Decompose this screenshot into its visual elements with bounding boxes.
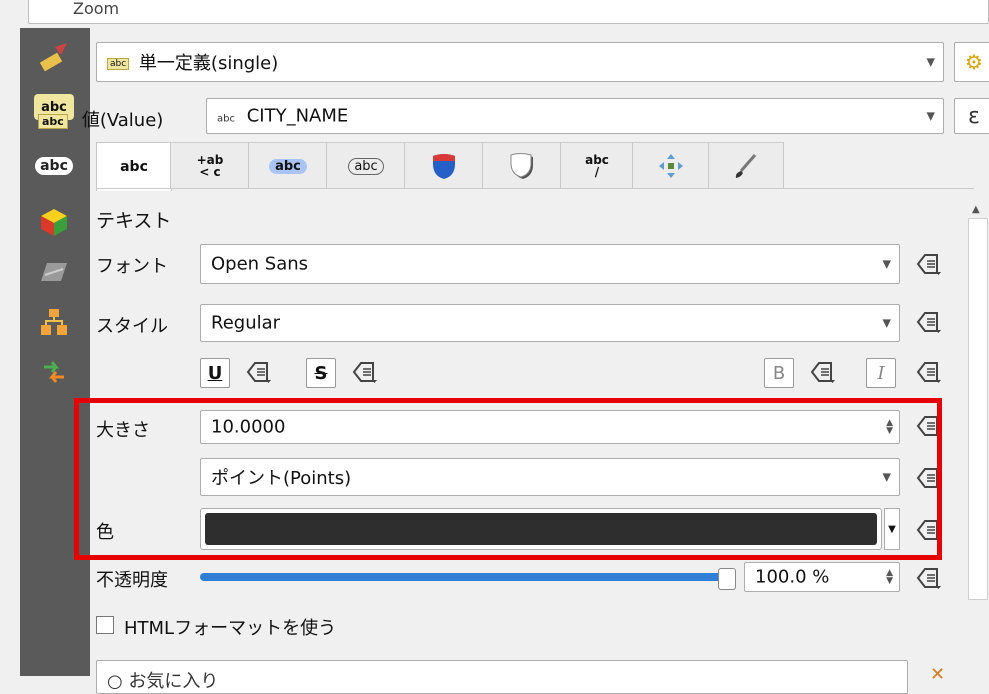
tab-text-glyph: abc: [120, 159, 148, 175]
3d-box-icon[interactable]: [32, 204, 76, 240]
favorites-tool-icon[interactable]: ✕: [930, 664, 945, 685]
chevron-down-icon: ▼: [882, 316, 891, 330]
italic-button[interactable]: I: [866, 358, 896, 388]
value-label-text: 値(Value): [81, 110, 164, 131]
tab-placement[interactable]: [632, 142, 710, 189]
label-icon: abc: [107, 58, 130, 70]
opacity-label: 不透明度: [96, 570, 168, 591]
tab-strip-line: [96, 188, 974, 189]
scroll-up-icon[interactable]: ▲: [972, 204, 980, 215]
renderer-settings-button[interactable]: ⚙: [954, 42, 989, 82]
opacity-data-defined-button[interactable]: [912, 560, 946, 596]
data-defined-icon: [352, 362, 377, 383]
tab-mask[interactable]: abc: [326, 142, 406, 189]
buffer-abc-icon: abc: [269, 158, 307, 174]
html-format-label: HTMLフォーマットを使う: [124, 618, 337, 639]
scroll-thumb[interactable]: [968, 218, 988, 600]
highlight-box: [74, 398, 942, 560]
underline-glyph: U: [207, 362, 223, 384]
tab-callouts[interactable]: abc /: [560, 142, 634, 189]
expression-button[interactable]: ε: [954, 98, 989, 134]
value-label: abc 値(Value): [38, 106, 163, 132]
hierarchy-icon[interactable]: [32, 304, 76, 340]
mask-abc-icon: abc: [348, 157, 384, 175]
tab-buffer[interactable]: abc: [248, 142, 328, 189]
renderer-value: 単一定義(single): [138, 53, 279, 74]
chevron-down-icon: ▼: [882, 257, 891, 271]
data-defined-icon: [246, 362, 271, 383]
zoom-text: Zoom: [73, 0, 120, 18]
arrows-icon[interactable]: [32, 354, 76, 390]
callout-glyph: abc: [585, 153, 609, 167]
font-combo[interactable]: Open Sans ▼: [200, 244, 900, 284]
chevron-down-icon: ▼: [926, 55, 935, 69]
slider-fill: [200, 573, 728, 581]
callout-icon: abc /: [585, 153, 609, 179]
style-data-defined-button[interactable]: [912, 304, 946, 340]
renderer-combo-text-wrap: abc 単一定義(single): [107, 49, 278, 75]
tab-shadow[interactable]: [482, 142, 562, 189]
text-abc-icon[interactable]: abc: [32, 148, 76, 184]
bold-data-defined-button[interactable]: [806, 354, 840, 390]
style-value: Regular: [211, 312, 281, 334]
strike-data-defined-button[interactable]: [348, 354, 382, 390]
field-type-icon: abc: [217, 113, 235, 125]
section-title: テキスト: [96, 210, 172, 232]
data-defined-icon: [916, 568, 941, 589]
renderer-combo[interactable]: abc 単一定義(single) ▼: [96, 42, 944, 82]
bold-button[interactable]: B: [764, 358, 794, 388]
value-abc-icon-small: abc: [38, 113, 68, 129]
font-label: フォント: [96, 256, 168, 277]
italic-data-defined-button[interactable]: [912, 354, 946, 390]
top-bar: Zoom: [0, 0, 989, 30]
brush-icon: [735, 154, 757, 178]
shield-icon: [433, 154, 455, 179]
style-combo[interactable]: Regular ▼: [200, 304, 900, 342]
spin-arrows-icon[interactable]: ▲ ▼: [886, 569, 893, 586]
tab-formatting-glyph: +ab < c: [196, 153, 224, 179]
scrollbar[interactable]: ▲: [966, 200, 989, 676]
style-label: スタイル: [96, 316, 168, 337]
opacity-value: 100.0 %: [755, 566, 830, 588]
favorites-label: お気に入り: [128, 671, 219, 692]
strikethrough-button[interactable]: S: [306, 358, 336, 388]
slider-handle[interactable]: [718, 568, 736, 590]
data-defined-icon: [916, 362, 941, 383]
expression-epsilon: ε: [968, 103, 980, 129]
data-defined-icon: [916, 312, 941, 333]
gear-icon: ⚙: [965, 50, 983, 74]
font-value: Open Sans: [211, 253, 309, 275]
strike-glyph: S: [314, 362, 328, 384]
value-field-wrap: abc CITY_NAME: [217, 106, 348, 127]
favorites-combo[interactable]: ○ お気に入り: [96, 660, 908, 694]
font-data-defined-button[interactable]: [912, 246, 946, 282]
tab-background[interactable]: [404, 142, 484, 189]
shadow-icon: [510, 153, 533, 179]
underline-button[interactable]: U: [200, 358, 230, 388]
underline-data-defined-button[interactable]: [242, 354, 276, 390]
opacity-spinbox[interactable]: 100.0 % ▲ ▼: [744, 562, 900, 592]
paintbrush-icon[interactable]: [32, 40, 76, 76]
tab-text[interactable]: abc: [96, 142, 172, 191]
tab-formatting[interactable]: +ab < c: [170, 142, 250, 189]
map-icon[interactable]: [32, 254, 76, 290]
value-field-combo[interactable]: abc CITY_NAME ▼: [206, 98, 944, 134]
data-defined-icon: [916, 254, 941, 275]
html-format-checkbox[interactable]: [96, 616, 114, 634]
favorites-text: ○ お気に入り: [107, 671, 219, 692]
value-field: CITY_NAME: [246, 105, 349, 127]
bold-glyph: B: [772, 362, 786, 384]
opacity-slider[interactable]: [200, 568, 736, 590]
tab-rendering[interactable]: [708, 142, 784, 189]
data-defined-icon: [810, 362, 835, 383]
zoom-field[interactable]: Zoom: [28, 0, 989, 24]
chevron-down-icon: ▼: [926, 109, 935, 123]
italic-glyph: I: [877, 362, 885, 384]
move-arrows-icon: [659, 154, 683, 178]
